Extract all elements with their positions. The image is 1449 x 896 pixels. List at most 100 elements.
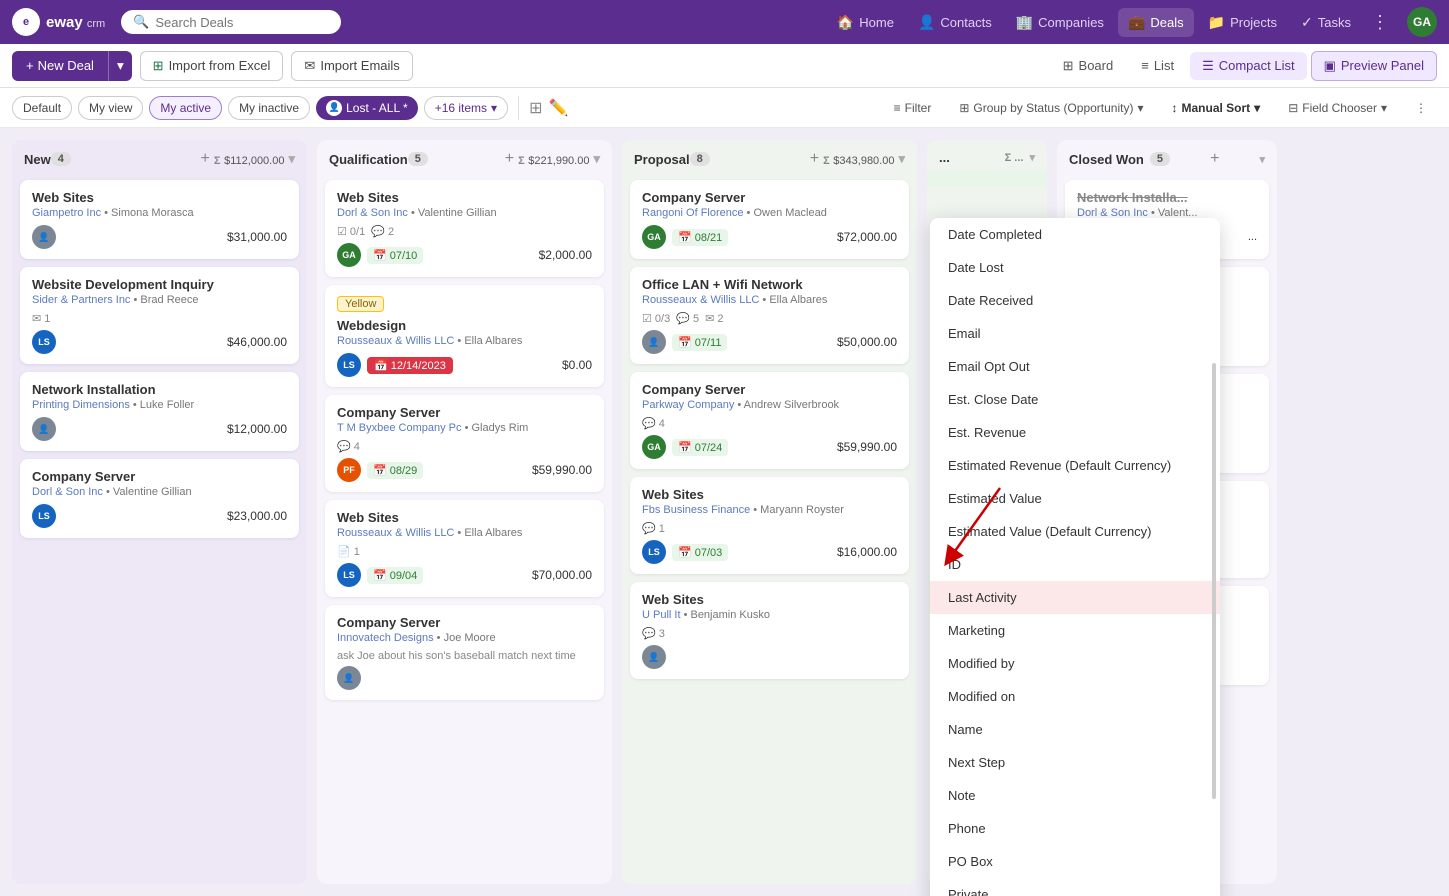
compact-list-view-button[interactable]: ☰ Compact List — [1190, 52, 1307, 80]
dropdown-item-modified-on[interactable]: Modified on — [930, 680, 1220, 713]
dropdown-item-label: Modified on — [948, 689, 1015, 704]
avatar: 👤 — [642, 645, 666, 669]
more-options-button[interactable]: ⋮ — [1405, 97, 1437, 119]
dropdown-scrollbar[interactable] — [1210, 218, 1216, 896]
dropdown-item-email-opt-out[interactable]: Email Opt Out — [930, 350, 1220, 383]
dropdown-item-id[interactable]: ID — [930, 548, 1220, 581]
group-by-button[interactable]: ⊞ Group by Status (Opportunity) ▾ — [949, 97, 1153, 119]
dropdown-item-email[interactable]: Email — [930, 317, 1220, 350]
nav-companies[interactable]: 🏢Companies — [1006, 8, 1114, 37]
deal-footer: LS 📅 07/03 $16,000.00 — [642, 540, 897, 564]
filter-chip-lost[interactable]: 👤 Lost - ALL * — [316, 96, 418, 120]
deal-card[interactable]: Office LAN + Wifi Network Rousseaux & Wi… — [630, 267, 909, 364]
deal-card[interactable]: Website Development Inquiry Sider & Part… — [20, 267, 299, 364]
dropdown-item-est-value[interactable]: Estimated Value — [930, 482, 1220, 515]
plus-icon: + — [26, 58, 34, 73]
dropdown-item-last-activity[interactable]: Last Activity — [930, 581, 1220, 614]
dropdown-item-est-close[interactable]: Est. Close Date — [930, 383, 1220, 416]
preview-panel-button[interactable]: ▣ Preview Panel — [1311, 51, 1437, 81]
dropdown-item-phone[interactable]: Phone — [930, 812, 1220, 845]
import-emails-label: Import Emails — [320, 58, 399, 73]
preview-icon: ▣ — [1324, 58, 1336, 74]
deal-amount: $12,000.00 — [227, 422, 287, 436]
dropdown-item-next-step[interactable]: Next Step — [930, 746, 1220, 779]
dropdown-item-date-lost[interactable]: Date Lost — [930, 251, 1220, 284]
search-input[interactable] — [155, 15, 329, 30]
filter-chip-lost-label: Lost - ALL * — [346, 101, 408, 115]
avatar-icon: 👤 — [326, 100, 342, 116]
filter-chip-myactive[interactable]: My active — [149, 96, 222, 120]
column-new-chevron[interactable]: ▾ — [288, 151, 295, 167]
search-box[interactable]: 🔍 — [121, 10, 341, 34]
deal-card[interactable]: Yellow Webdesign Rousseaux & Willis LLC … — [325, 285, 604, 387]
column-proposal-title: Proposal — [634, 152, 690, 167]
column-closed-won-chevron[interactable]: ▾ — [1259, 153, 1265, 166]
column-qualification-chevron[interactable]: ▾ — [593, 151, 600, 167]
toolbar-right: ⊞ Board ≡ List ☰ Compact List ▣ Preview … — [1051, 51, 1437, 81]
filter-chip-myview[interactable]: My view — [78, 96, 143, 120]
dropdown-item-est-revenue[interactable]: Est. Revenue — [930, 416, 1220, 449]
deal-icons: 💬 4 — [642, 417, 897, 430]
deal-title: Web Sites — [642, 592, 897, 607]
nav-projects[interactable]: 📁Projects — [1198, 8, 1287, 37]
nav-contacts[interactable]: 👤Contacts — [908, 8, 1002, 37]
dropdown-item-label: Phone — [948, 821, 986, 836]
new-deal-button[interactable]: + New Deal — [12, 51, 108, 81]
deal-card[interactable]: Company Server Parkway Company • Andrew … — [630, 372, 909, 469]
deal-card[interactable]: Company Server T M Byxbee Company Pc • G… — [325, 395, 604, 492]
deal-date: 📅 09/04 — [367, 567, 423, 584]
nav-deals[interactable]: 💼Deals — [1118, 8, 1194, 37]
column-qualification-add[interactable]: + — [505, 150, 514, 168]
new-deal-dropdown-button[interactable]: ▾ — [108, 51, 132, 81]
field-chooser-button[interactable]: ⊟ Field Chooser ▾ — [1278, 97, 1397, 119]
import-excel-button[interactable]: ⊞ Import from Excel — [140, 51, 284, 81]
dropdown-item-est-value-default[interactable]: Estimated Value (Default Currency) — [930, 515, 1220, 548]
column-proposal-add[interactable]: + — [810, 150, 819, 168]
column-closed-won-add[interactable]: + — [1210, 150, 1219, 168]
filter-button[interactable]: ≡ Filter — [884, 97, 942, 119]
deal-amount: $46,000.00 — [227, 335, 287, 349]
deal-card[interactable]: Web Sites Fbs Business Finance • Maryann… — [630, 477, 909, 574]
deal-card[interactable]: Company Server Dorl & Son Inc • Valentin… — [20, 459, 299, 538]
avatar: LS — [337, 353, 361, 377]
manual-sort-button[interactable]: ↕ Manual Sort ▾ — [1162, 97, 1271, 119]
column-proposal-chevron[interactable]: ▾ — [898, 151, 905, 167]
filter-chip-plus[interactable]: +16 items ▾ — [424, 96, 508, 120]
group-icon: ⊞ — [959, 101, 969, 115]
column-partial-chevron[interactable]: ▾ — [1029, 151, 1035, 164]
dropdown-item-est-revenue-default[interactable]: Estimated Revenue (Default Currency) — [930, 449, 1220, 482]
filter-chip-default[interactable]: Default — [12, 96, 72, 120]
board-view-button[interactable]: ⊞ Board — [1051, 52, 1126, 80]
dropdown-item-name[interactable]: Name — [930, 713, 1220, 746]
dropdown-item-marketing[interactable]: Marketing — [930, 614, 1220, 647]
avatar[interactable]: GA — [1407, 7, 1437, 37]
deal-footer: LS 📅 12/14/2023 $0.00 — [337, 353, 592, 377]
nav-home[interactable]: 🏠Home — [827, 8, 904, 37]
deal-title: Company Server — [642, 190, 897, 205]
dropdown-item-date-completed[interactable]: Date Completed — [930, 218, 1220, 251]
deal-icons: ☑ 0/1 💬 2 — [337, 225, 592, 238]
dropdown-item-note[interactable]: Note — [930, 779, 1220, 812]
deal-card[interactable]: Web Sites Rousseaux & Willis LLC • Ella … — [325, 500, 604, 597]
deal-date: 📅 07/10 — [367, 247, 423, 264]
dropdown-item-po-box[interactable]: PO Box — [930, 845, 1220, 878]
dropdown-item-date-received[interactable]: Date Received — [930, 284, 1220, 317]
avatar: GA — [337, 243, 361, 267]
filter-chip-myinactive[interactable]: My inactive — [228, 96, 310, 120]
deal-card[interactable]: Company Server Innovatech Designs • Joe … — [325, 605, 604, 700]
nav-more-icon[interactable]: ⋮ — [1365, 6, 1395, 39]
deal-card[interactable]: Network Installation Printing Dimensions… — [20, 372, 299, 451]
deal-card[interactable]: Web Sites Dorl & Son Inc • Valentine Gil… — [325, 180, 604, 277]
list-view-button[interactable]: ≡ List — [1129, 52, 1186, 79]
app-logo[interactable]: e eway crm — [12, 8, 105, 36]
nav-projects-label: Projects — [1230, 15, 1277, 30]
column-new-add[interactable]: + — [201, 150, 210, 168]
deal-amount: $70,000.00 — [532, 568, 592, 582]
nav-tasks[interactable]: ✓Tasks — [1291, 8, 1361, 37]
import-emails-button[interactable]: ✉ Import Emails — [291, 51, 412, 81]
dropdown-item-private[interactable]: Private — [930, 878, 1220, 896]
dropdown-item-modified-by[interactable]: Modified by — [930, 647, 1220, 680]
deal-card[interactable]: Web Sites Giampetro Inc • Simona Morasca… — [20, 180, 299, 259]
deal-card[interactable]: Company Server Rangoni Of Florence • Owe… — [630, 180, 909, 259]
deal-card[interactable]: Web Sites U Pull It • Benjamin Kusko 💬 3… — [630, 582, 909, 679]
